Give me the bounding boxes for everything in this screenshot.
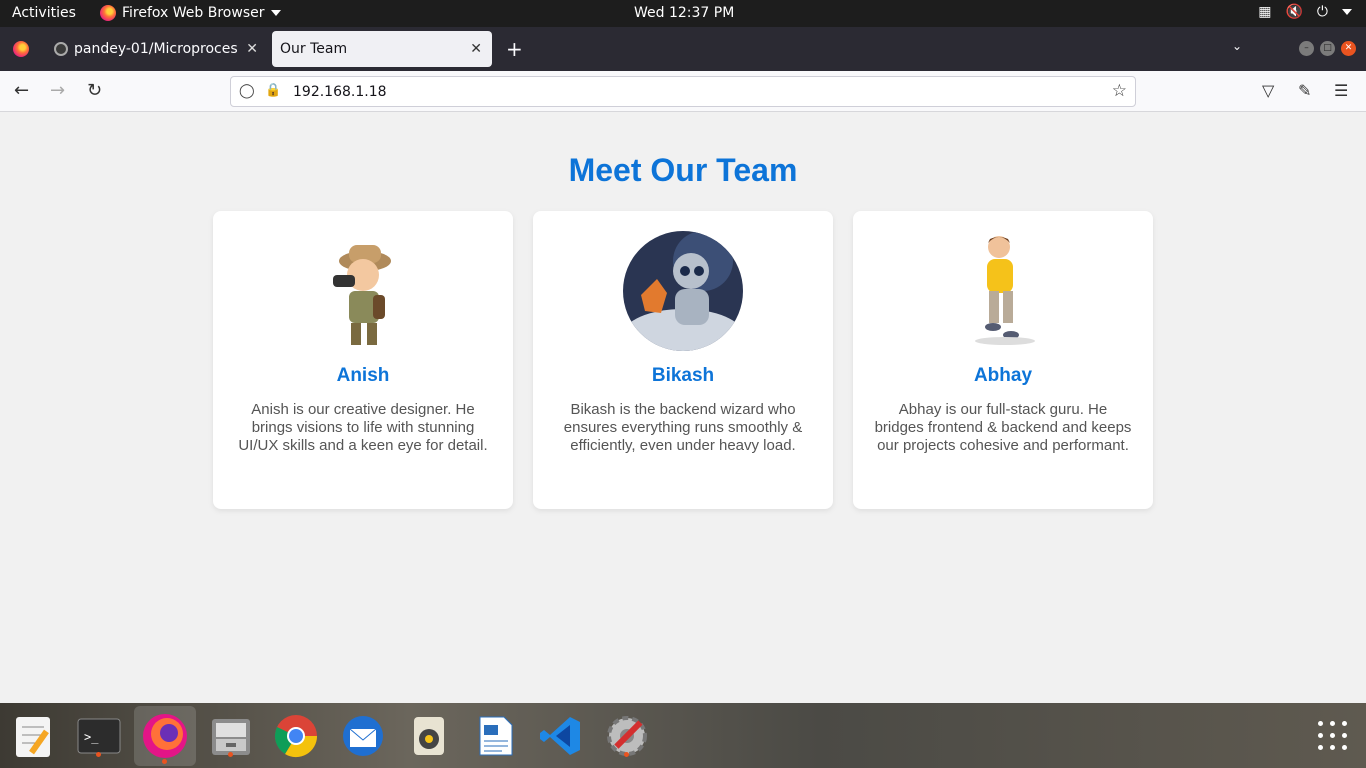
avatar — [303, 231, 423, 351]
list-all-tabs-button[interactable]: ⌄ — [1232, 39, 1242, 53]
page-title: Meet Our Team — [568, 152, 798, 188]
libreoffice-writer-icon[interactable] — [472, 713, 518, 759]
pocket-icon[interactable]: ▽ — [1262, 81, 1274, 100]
avatar — [943, 231, 1063, 351]
window-controls: – □ ✕ — [1299, 41, 1356, 56]
network-icon: ▦ — [1258, 4, 1272, 20]
chevron-down-icon — [1342, 9, 1352, 15]
window-close-button[interactable]: ✕ — [1341, 41, 1356, 56]
github-icon — [54, 42, 68, 56]
member-name: Bikash — [651, 365, 715, 386]
running-indicator — [96, 752, 101, 757]
files-icon[interactable] — [208, 713, 254, 759]
shield-icon[interactable]: ◯ — [239, 83, 255, 99]
insecure-lock-icon[interactable]: 🔒 — [265, 83, 281, 98]
navigation-toolbar: ← → ↻ ◯ 🔒 192.168.1.18 ☆ ▽ ✎ ☰ — [0, 71, 1366, 112]
minimize-button[interactable]: – — [1299, 41, 1314, 56]
thunderbird-icon[interactable] — [340, 713, 386, 759]
page-content: Meet Our Team Anish Anish is our creativ… — [0, 112, 1366, 703]
menu-icon[interactable]: ☰ — [1334, 81, 1348, 100]
chevron-down-icon — [270, 10, 281, 16]
running-indicator — [162, 759, 167, 764]
close-icon[interactable]: ✕ — [470, 41, 482, 57]
system-tray[interactable]: ▦ 🔇 ⏻ — [1258, 4, 1352, 20]
firefox-icon[interactable] — [134, 706, 196, 766]
team-card: Anish Anish is our creative designer. He… — [213, 211, 513, 509]
extensions-icon[interactable]: ✎ — [1298, 81, 1311, 100]
url-text[interactable]: 192.168.1.18 — [293, 84, 387, 100]
member-description: Abhay is our full-stack guru. He bridges… — [874, 401, 1132, 454]
ubuntu-dock: >_ — [0, 703, 1366, 768]
show-applications-button[interactable] — [1318, 721, 1348, 751]
vscode-icon[interactable] — [538, 713, 584, 759]
volume-icon: 🔇 — [1285, 4, 1303, 20]
svg-text:>_: >_ — [84, 730, 99, 744]
firefox-icon — [100, 5, 116, 21]
terminal-icon[interactable]: >_ — [76, 713, 122, 759]
firefox-icon — [13, 41, 29, 57]
software-updater-icon[interactable] — [604, 713, 650, 759]
forward-button[interactable]: → — [50, 80, 65, 101]
running-indicator — [228, 752, 233, 757]
chrome-icon[interactable] — [273, 713, 319, 759]
url-bar[interactable]: ◯ 🔒 192.168.1.18 ☆ — [230, 76, 1136, 107]
firefox-view-button[interactable] — [0, 31, 42, 67]
app-menu[interactable]: Firefox Web Browser — [100, 5, 281, 21]
member-description: Bikash is the backend wizard who ensures… — [563, 401, 803, 454]
new-tab-button[interactable]: + — [506, 37, 523, 61]
tab-github[interactable]: pandey-01/Microprocessor ✕ — [44, 31, 266, 67]
member-name: Abhay — [973, 365, 1033, 386]
rhythmbox-icon[interactable] — [406, 713, 452, 759]
close-icon[interactable]: ✕ — [246, 41, 258, 57]
avatar — [623, 231, 743, 351]
gnome-top-bar: Activities Firefox Web Browser Wed 12:37… — [0, 0, 1366, 27]
app-menu-label: Firefox Web Browser — [122, 5, 265, 21]
bookmark-star-icon[interactable]: ☆ — [1112, 81, 1127, 101]
text-editor-icon[interactable] — [10, 713, 56, 759]
maximize-button[interactable]: □ — [1320, 41, 1335, 56]
tab-strip: pandey-01/Microprocessor ✕ Our Team ✕ + … — [0, 27, 1366, 71]
member-description: Anish is our creative designer. He bring… — [238, 401, 488, 454]
back-button[interactable]: ← — [14, 80, 29, 101]
activities-button[interactable]: Activities — [12, 5, 76, 21]
reload-button[interactable]: ↻ — [87, 80, 102, 101]
clock[interactable]: Wed 12:37 PM — [634, 5, 734, 21]
tab-title: pandey-01/Microprocessor — [74, 41, 238, 57]
member-name: Anish — [336, 365, 390, 386]
running-indicator — [624, 752, 629, 757]
tab-our-team[interactable]: Our Team ✕ — [272, 31, 492, 67]
team-card: Abhay Abhay is our full-stack guru. He b… — [853, 211, 1153, 509]
power-icon: ⏻ — [1316, 4, 1328, 20]
team-card: Bikash Bikash is the backend wizard who … — [533, 211, 833, 509]
tab-title: Our Team — [280, 41, 348, 57]
